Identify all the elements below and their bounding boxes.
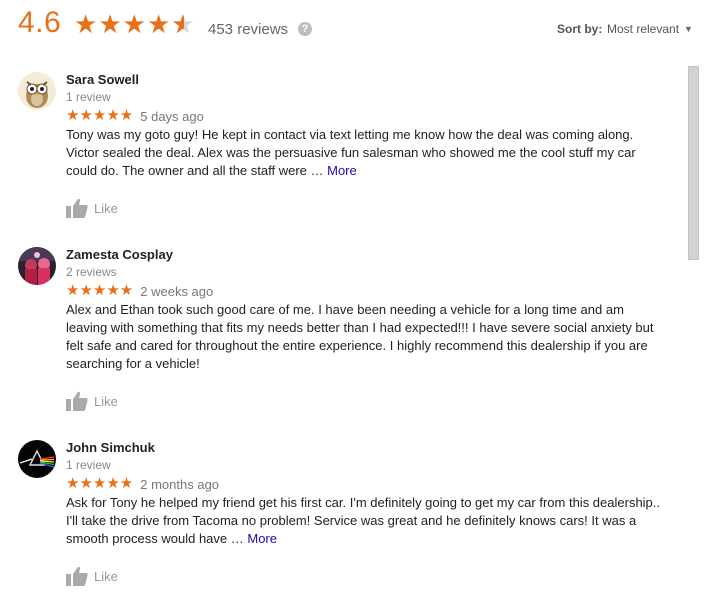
thumbs-up-icon — [66, 566, 88, 586]
review-text: Tony was my goto guy! He kept in contact… — [66, 126, 666, 180]
like-label: Like — [94, 200, 118, 216]
like-label: Like — [94, 393, 118, 409]
review-author[interactable]: Zamesta Cosplay — [66, 247, 173, 262]
review-rating: ★★★★★ 2 weeks ago — [66, 283, 213, 299]
review-body: Ask for Tony he helped my friend get his… — [66, 495, 661, 546]
like-button[interactable]: Like — [66, 198, 118, 218]
review-author[interactable]: Sara Sowell — [66, 72, 139, 87]
like-label: Like — [94, 568, 118, 584]
review-stars: ★★★★★ — [66, 475, 134, 492]
sort-label: Sort by: — [557, 22, 603, 36]
review-rating: ★★★★★ 5 days ago — [66, 108, 204, 124]
review-stars: ★★★★★ — [66, 282, 134, 299]
half-star-icon: ★ — [171, 10, 194, 38]
scrollbar-thumb[interactable] — [688, 66, 699, 260]
review-item: Sara Sowell 1 review ★★★★★ 5 days ago To… — [18, 72, 678, 222]
review-author[interactable]: John Simchuk — [66, 440, 155, 455]
star-icon: ★ — [74, 9, 98, 39]
average-stars: ★ ★ ★ ★ ★ — [74, 10, 196, 38]
owl-avatar-icon — [18, 72, 56, 110]
review-body: Alex and Ethan took such good care of me… — [66, 302, 654, 371]
review-author-count: 1 review — [66, 458, 111, 472]
prism-avatar-icon — [18, 440, 56, 478]
average-rating: 4.6 — [18, 6, 62, 39]
star-icon: ★ — [122, 9, 146, 39]
review-text: Alex and Ethan took such good care of me… — [66, 301, 666, 373]
avatar[interactable] — [18, 440, 56, 478]
reviews-header: 4.6 ★ ★ ★ ★ ★ 453 reviews ? Sort by: Mos… — [0, 0, 718, 52]
thumbs-up-icon — [66, 198, 88, 218]
cosplay-avatar-icon — [18, 247, 56, 285]
star-icon: ★ — [146, 9, 171, 39]
thumbs-up-icon — [66, 391, 88, 411]
review-item: John Simchuk 1 review ★★★★★ 2 months ago… — [18, 440, 678, 590]
review-text: Ask for Tony he helped my friend get his… — [66, 494, 666, 548]
like-button[interactable]: Like — [66, 566, 118, 586]
avatar[interactable] — [18, 247, 56, 285]
review-date: 2 weeks ago — [140, 283, 214, 299]
review-date: 2 months ago — [140, 476, 220, 492]
avatar[interactable] — [18, 72, 56, 110]
sort-dropdown[interactable]: Most relevant — [607, 22, 679, 36]
question-icon[interactable]: ? — [298, 22, 312, 36]
caret-down-icon[interactable]: ▼ — [684, 24, 693, 34]
review-author-count: 1 review — [66, 90, 111, 104]
review-rating: ★★★★★ 2 months ago — [66, 476, 219, 492]
review-item: Zamesta Cosplay 2 reviews ★★★★★ 2 weeks … — [18, 247, 678, 417]
more-link[interactable]: More — [327, 163, 357, 178]
review-stars: ★★★★★ — [66, 107, 134, 124]
like-button[interactable]: Like — [66, 391, 118, 411]
more-link[interactable]: More — [247, 531, 277, 546]
review-date: 5 days ago — [140, 108, 204, 124]
review-author-count: 2 reviews — [66, 265, 117, 279]
star-icon: ★ — [98, 9, 122, 39]
review-count[interactable]: 453 reviews — [208, 21, 288, 38]
